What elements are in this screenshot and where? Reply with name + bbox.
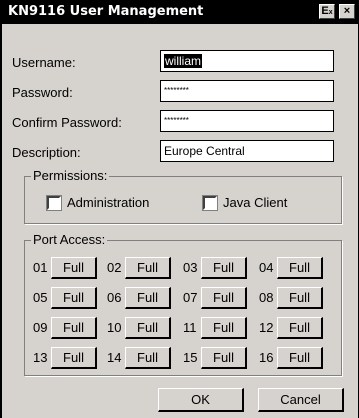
port-access-button[interactable]: Full — [125, 257, 171, 279]
username-label: Username: — [12, 55, 76, 70]
description-input[interactable]: Europe Central — [160, 140, 334, 162]
ok-button[interactable]: OK — [158, 388, 244, 412]
port-access-button[interactable]: Full — [201, 347, 247, 369]
password-input[interactable]: ******** — [160, 80, 334, 102]
help-button[interactable]: Ex — [319, 4, 335, 19]
port-access-button[interactable]: Full — [125, 347, 171, 369]
port-access-button[interactable]: Full — [51, 347, 97, 369]
port-access-button[interactable]: Full — [201, 257, 247, 279]
port-access-group: Port Access: 01 Full 02 Full 03 Full 04 Full 05 F… — [24, 232, 342, 376]
port-access-button[interactable]: Full — [277, 317, 323, 339]
description-label: Description: — [12, 145, 81, 160]
title-bar[interactable]: KN9116 User Management Ex × — [2, 0, 358, 24]
username-input[interactable]: william — [160, 50, 334, 72]
username-value: william — [164, 54, 202, 68]
permissions-group: Permissions: Administration Java Client — [24, 168, 342, 224]
java-client-checkbox[interactable] — [202, 195, 218, 211]
port-access-button[interactable]: Full — [51, 257, 97, 279]
window-title: KN9116 User Management — [8, 4, 204, 19]
port-access-button[interactable]: Full — [277, 257, 323, 279]
confirm-password-input[interactable]: ******** — [160, 110, 334, 132]
port-access-button[interactable]: Full — [277, 287, 323, 309]
permissions-title: Permissions: — [31, 168, 110, 184]
close-icon: × — [343, 5, 351, 17]
port-access-button[interactable]: Full — [201, 317, 247, 339]
port-access-button[interactable]: Full — [201, 287, 247, 309]
user-management-dialog: KN9116 User Management Ex × Username: wi… — [0, 0, 359, 418]
administration-label: Administration — [67, 195, 150, 210]
port-access-button[interactable]: Full — [125, 287, 171, 309]
password-value: ******** — [164, 86, 189, 95]
help-icon: E — [321, 5, 329, 17]
confirm-password-value: ******** — [164, 116, 189, 125]
password-label: Password: — [12, 85, 73, 100]
port-access-button[interactable]: Full — [277, 347, 323, 369]
cancel-button[interactable]: Cancel — [258, 388, 344, 412]
port-access-button[interactable]: Full — [51, 317, 97, 339]
port-access-button[interactable]: Full — [125, 317, 171, 339]
port-access-button[interactable]: Full — [51, 287, 97, 309]
close-button[interactable]: × — [339, 4, 355, 19]
administration-checkbox[interactable] — [46, 195, 62, 211]
confirm-password-label: Confirm Password: — [12, 115, 122, 130]
description-value: Europe Central — [164, 144, 245, 158]
port-access-title: Port Access: — [31, 232, 108, 248]
java-client-label: Java Client — [223, 195, 288, 210]
